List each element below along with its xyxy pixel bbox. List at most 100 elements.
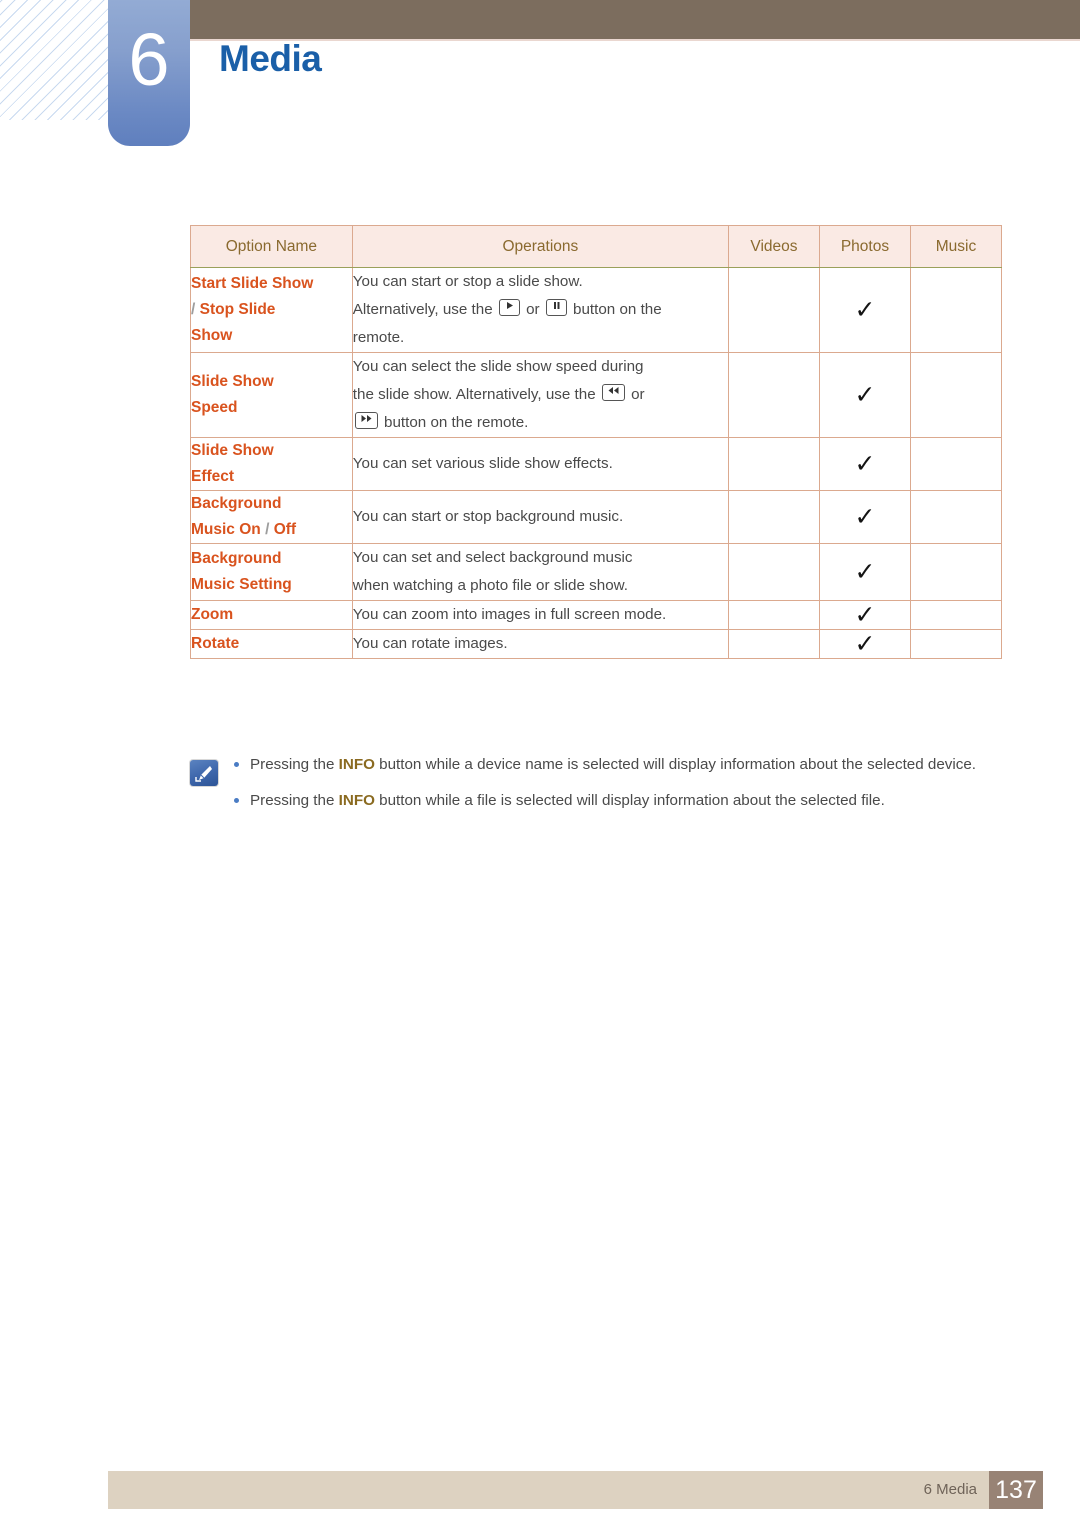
column-header-videos: Videos [727, 225, 820, 268]
chapter-number-badge: 6 [108, 0, 190, 146]
cell-photos-support: ✓ [818, 543, 911, 601]
operation-text-line: You can rotate images. [352, 635, 508, 652]
footer-page-number: 137 [989, 1471, 1043, 1509]
checkmark-icon: ✓ [854, 449, 876, 478]
option-name-separator: / [191, 301, 200, 318]
cell-option-name: Slide Show Speed [190, 352, 353, 438]
table-row: Background Music Setting You can set and s… [190, 543, 1003, 601]
operation-text-line: You can zoom into images in full screen … [352, 606, 667, 623]
option-name-line: Background [191, 495, 282, 512]
info-button-keyword: INFO [338, 792, 375, 809]
operation-text-line: You can start or stop a slide show. [352, 273, 583, 290]
table-row: Zoom You can zoom into images in full scr… [190, 600, 1003, 630]
operation-text-line: You can set various slide show effects. [352, 455, 613, 472]
cell-operations: You can set and select background music w… [351, 543, 729, 601]
cell-music-support [909, 629, 1003, 659]
table-row: Background Music On / Off You can start or… [190, 490, 1003, 544]
checkmark-icon: ✓ [854, 502, 876, 531]
bullet-icon [234, 798, 239, 803]
fast-forward-icon [354, 412, 378, 429]
option-name-line: Background [191, 550, 282, 567]
table-row: Slide Show Speed You can select the slide … [190, 352, 1003, 438]
cell-operations: You can rotate images. [351, 629, 729, 659]
cell-operations: You can start or stop a slide show. Alter… [351, 267, 729, 353]
cell-photos-support: ✓ [818, 267, 911, 353]
cell-music-support [909, 437, 1003, 491]
bullet-icon [234, 762, 239, 767]
option-name-line: Slide Show [191, 442, 274, 459]
operation-text-line: button on the remote. [353, 409, 728, 437]
table-row: Start Slide Show / Stop Slide Show You can … [190, 267, 1003, 353]
cell-music-support [909, 352, 1003, 438]
table-row: Rotate You can rotate images. ✓ [190, 629, 1003, 659]
checkmark-icon: ✓ [854, 600, 876, 629]
cell-option-name: Background Music Setting [190, 543, 353, 601]
checkmark-icon: ✓ [854, 629, 876, 658]
operation-text-line: You can start or stop background music. [352, 508, 624, 525]
table-header-row: Option Name Operations Videos Photos Mus… [190, 225, 1003, 268]
cell-option-name: Zoom [190, 600, 353, 630]
media-options-table-wrapper: Option Name Operations Videos Photos Mus… [190, 225, 1003, 659]
cell-music-support [909, 543, 1003, 601]
page-footer: 6 Media 137 [108, 1471, 1043, 1509]
operation-text-line: Alternatively, use the or button on the [352, 299, 662, 318]
option-name-separator: / [260, 521, 274, 538]
option-name-line: Music Setting [191, 576, 292, 593]
cell-videos-support [727, 629, 820, 659]
option-name-line: Speed [191, 399, 238, 416]
option-name-line: / Stop Slide [191, 301, 276, 318]
notes-list: Pressing the INFO button while a device … [190, 752, 1002, 814]
column-header-music: Music [909, 225, 1003, 268]
note-item: Pressing the INFO button while a device … [190, 752, 1002, 778]
cell-photos-support: ✓ [818, 437, 911, 491]
column-header-option-name: Option Name [190, 225, 353, 268]
cell-operations: You can zoom into images in full screen … [351, 600, 729, 630]
cell-operations: You can set various slide show effects. [351, 437, 729, 491]
cell-operations: You can start or stop background music. [351, 490, 729, 544]
table-header: Option Name Operations Videos Photos Mus… [190, 225, 1003, 268]
column-header-photos: Photos [818, 225, 911, 268]
footer-chapter-label: 6 Media [923, 1481, 977, 1498]
cell-option-name: Start Slide Show / Stop Slide Show [190, 267, 353, 353]
option-name-line: Rotate [191, 635, 240, 652]
cell-option-name: Background Music On / Off [190, 490, 353, 544]
media-options-table: Option Name Operations Videos Photos Mus… [190, 225, 1003, 659]
operation-text-line: remote. [352, 329, 405, 346]
pause-icon [545, 299, 567, 316]
table-row: Slide Show Effect You can set various slid… [190, 437, 1003, 491]
cell-option-name: Slide Show Effect [190, 437, 353, 491]
play-icon [498, 299, 520, 316]
cell-operations: You can select the slide show speed duri… [351, 352, 729, 438]
option-name-line: Music On / Off [191, 521, 297, 538]
cell-music-support [909, 600, 1003, 630]
cell-option-name: Rotate [190, 629, 353, 659]
option-name-line: Zoom [191, 606, 234, 623]
cell-music-support [909, 267, 1003, 353]
option-name-line: Effect [191, 468, 235, 485]
option-name-line: Slide Show [191, 373, 274, 390]
info-button-keyword: INFO [338, 756, 375, 773]
notes-section: Pressing the INFO button while a device … [190, 752, 1002, 824]
operation-text-line: You can select the slide show speed duri… [352, 358, 644, 375]
cell-videos-support [727, 267, 820, 353]
note-item: Pressing the INFO button while a file is… [190, 788, 1002, 814]
checkmark-icon: ✓ [854, 557, 876, 586]
checkmark-icon: ✓ [854, 380, 876, 409]
operation-text-line: when watching a photo file or slide show… [352, 577, 629, 594]
cell-photos-support: ✓ [818, 490, 911, 544]
decorative-hatch-pattern [0, 0, 112, 120]
option-name-line: Show [191, 327, 233, 344]
cell-videos-support [727, 600, 820, 630]
operation-text-line: You can set and select background music [352, 549, 633, 566]
column-header-operations: Operations [351, 225, 729, 268]
cell-videos-support [727, 352, 820, 438]
rewind-icon [601, 384, 625, 401]
header-brown-bar [186, 0, 1080, 39]
cell-photos-support: ✓ [818, 600, 911, 630]
cell-videos-support [727, 437, 820, 491]
cell-photos-support: ✓ [818, 352, 911, 438]
cell-music-support [909, 490, 1003, 544]
page-title: Media [219, 38, 322, 79]
cell-videos-support [727, 490, 820, 544]
checkmark-icon: ✓ [854, 295, 876, 324]
